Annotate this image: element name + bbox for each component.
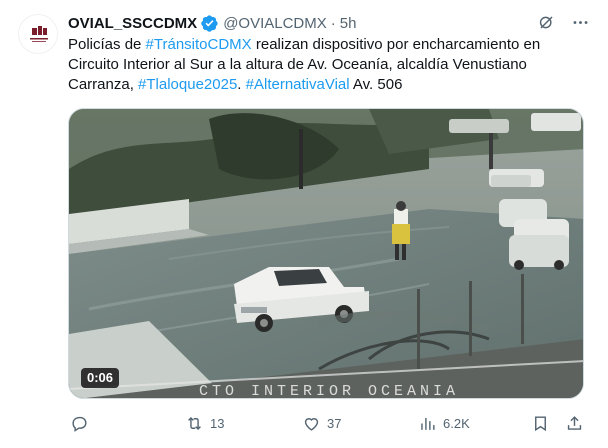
reply-icon: [72, 416, 87, 432]
retweet-count: 13: [210, 415, 225, 431]
hashtag-link[interactable]: #AlternativaVial: [246, 76, 350, 93]
separator-dot: ·: [330, 14, 336, 32]
tweet-header: OVIAL_SSCCDMX @OVIALCDMX · 5h: [68, 12, 356, 34]
avatar[interactable]: [18, 14, 58, 54]
more-icon[interactable]: [570, 12, 590, 32]
share-button[interactable]: [565, 414, 584, 433]
camera-overlay-text: CTO INTERIOR OCEANIA: [199, 383, 459, 399]
video-duration-badge: 0:06: [81, 368, 120, 388]
grok-icon[interactable]: [536, 12, 556, 32]
views-count: 6.2K: [443, 415, 470, 431]
tweet-timestamp[interactable]: 5h: [340, 15, 357, 32]
tweet-card[interactable]: OVIAL_SSCCDMX @OVIALCDMX · 5h Policías d…: [0, 0, 608, 448]
retweet-button[interactable]: 13: [185, 414, 224, 433]
heart-icon: [304, 417, 319, 431]
retweet-icon: [188, 416, 201, 430]
tweet-text-segment: Policías de: [68, 36, 146, 53]
author-name[interactable]: OVIAL_SSCCDMX: [68, 15, 197, 32]
reply-button[interactable]: [70, 414, 95, 433]
tweet-text: Policías de #TránsitoCDMX realizan dispo…: [68, 35, 584, 95]
views-icon: [421, 417, 435, 430]
bookmark-icon: [535, 415, 546, 431]
tweet-actions-bar: 13 37 6.2K: [68, 409, 584, 437]
bookmark-button[interactable]: [531, 414, 550, 433]
share-icon: [567, 415, 582, 430]
ssc-logo-icon: [19, 15, 57, 53]
hashtag-link[interactable]: #Tlaloque2025: [138, 76, 237, 93]
verified-badge-icon[interactable]: [200, 14, 219, 33]
views-button[interactable]: 6.2K: [418, 414, 470, 433]
video-thumbnail[interactable]: CTO INTERIOR OCEANIA: [69, 109, 584, 399]
tweet-text-segment: Av. 506: [349, 76, 403, 93]
hashtag-link[interactable]: #TránsitoCDMX: [146, 36, 252, 53]
video-player[interactable]: CTO INTERIOR OCEANIA 0:06: [68, 108, 584, 399]
tweet-text-segment: .: [237, 76, 246, 93]
author-handle[interactable]: @OVIALCDMX: [223, 15, 327, 32]
like-count: 37: [327, 415, 342, 431]
like-button[interactable]: 37: [302, 414, 341, 433]
top-actions: [536, 12, 590, 32]
